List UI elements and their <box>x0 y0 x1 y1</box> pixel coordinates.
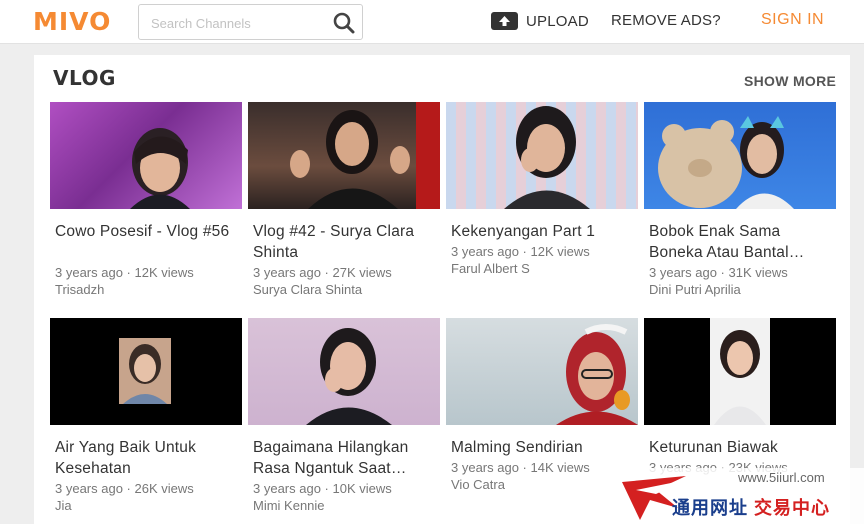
video-thumbnail[interactable] <box>248 318 440 425</box>
search-icon[interactable] <box>332 11 356 35</box>
upload-label: UPLOAD <box>526 12 589 30</box>
vlog-section: VLOG SHOW MORE Cowo Posesif - Vlog #56 3… <box>34 55 850 524</box>
video-meta: 3 years ago · 27K views <box>253 265 392 280</box>
video-meta: 3 years ago · 26K views <box>55 481 194 496</box>
video-thumbnail[interactable] <box>644 102 836 209</box>
video-card[interactable]: Kekenyangan Part 1 3 years ago · 12K vie… <box>446 102 638 277</box>
video-card[interactable]: Air Yang Baik Untuk Kesehatan 3 years ag… <box>50 318 242 514</box>
video-thumbnail[interactable] <box>446 318 638 425</box>
video-title[interactable]: Bobok Enak Sama Boneka Atau Bantal… <box>644 221 836 263</box>
show-more-link[interactable]: SHOW MORE <box>744 73 836 89</box>
video-channel[interactable]: Dini Putri Aprilia <box>644 281 836 298</box>
video-card[interactable]: Keturunan Biawak 3 years ago · 23K views <box>644 318 836 476</box>
video-card[interactable]: Bagaimana Hilangkan Rasa Ngantuk Saat… 3… <box>248 318 440 514</box>
search-box <box>138 4 363 40</box>
video-channel[interactable]: Surya Clara Shinta <box>248 281 440 298</box>
video-thumbnail[interactable] <box>50 102 242 209</box>
video-meta: 3 years ago · 31K views <box>649 265 788 280</box>
video-channel[interactable]: Farul Albert S <box>446 260 638 277</box>
video-title[interactable]: Air Yang Baik Untuk Kesehatan <box>50 437 242 479</box>
video-meta: 3 years ago · 12K views <box>451 244 590 259</box>
video-card[interactable]: Malming Sendirian 3 years ago · 14K view… <box>446 318 638 493</box>
search-input[interactable] <box>151 13 331 33</box>
section-title: VLOG <box>53 66 116 90</box>
video-meta: 3 years ago · 10K views <box>253 481 392 496</box>
watermark-url: www.5iiurl.com <box>738 470 825 485</box>
watermark-text-right: 交易中心 <box>754 498 831 518</box>
video-title[interactable]: Cowo Posesif - Vlog #56 <box>50 221 242 263</box>
remove-ads-link[interactable]: REMOVE ADS? <box>611 12 721 29</box>
video-meta: 3 years ago · 14K views <box>451 460 590 475</box>
watermark-text-left: 通用网址 <box>672 498 748 518</box>
video-title[interactable]: Kekenyangan Part 1 <box>446 221 638 242</box>
video-channel[interactable]: Mimi Kennie <box>248 497 440 514</box>
video-title[interactable]: Malming Sendirian <box>446 437 638 458</box>
video-title[interactable]: Keturunan Biawak <box>644 437 836 458</box>
video-card[interactable]: Vlog #42 - Surya Clara Shinta 3 years ag… <box>248 102 440 298</box>
upload-button[interactable]: UPLOAD <box>491 10 589 32</box>
top-bar: MIVO UPLOAD REMOVE ADS? SIGN IN <box>0 0 864 44</box>
video-title[interactable]: Vlog #42 - Surya Clara Shinta <box>248 221 440 263</box>
video-thumbnail[interactable] <box>644 318 836 425</box>
sign-in-link[interactable]: SIGN IN <box>761 11 824 29</box>
cloud-upload-icon <box>491 12 518 30</box>
video-channel[interactable]: Jia <box>50 497 242 514</box>
mivo-logo[interactable]: MIVO <box>33 7 111 36</box>
video-meta: 3 years ago · 12K views <box>55 265 194 280</box>
video-channel[interactable]: Trisadzh <box>50 281 242 298</box>
video-channel[interactable]: Vio Catra <box>446 476 638 493</box>
watermark-text: 通用网址 交易中心 <box>672 494 830 520</box>
video-title[interactable]: Bagaimana Hilangkan Rasa Ngantuk Saat… <box>248 437 440 479</box>
video-thumbnail[interactable] <box>50 318 242 425</box>
video-thumbnail[interactable] <box>248 102 440 209</box>
video-card[interactable]: Bobok Enak Sama Boneka Atau Bantal… 3 ye… <box>644 102 836 298</box>
video-card[interactable]: Cowo Posesif - Vlog #56 3 years ago · 12… <box>50 102 242 298</box>
video-thumbnail[interactable] <box>446 102 638 209</box>
